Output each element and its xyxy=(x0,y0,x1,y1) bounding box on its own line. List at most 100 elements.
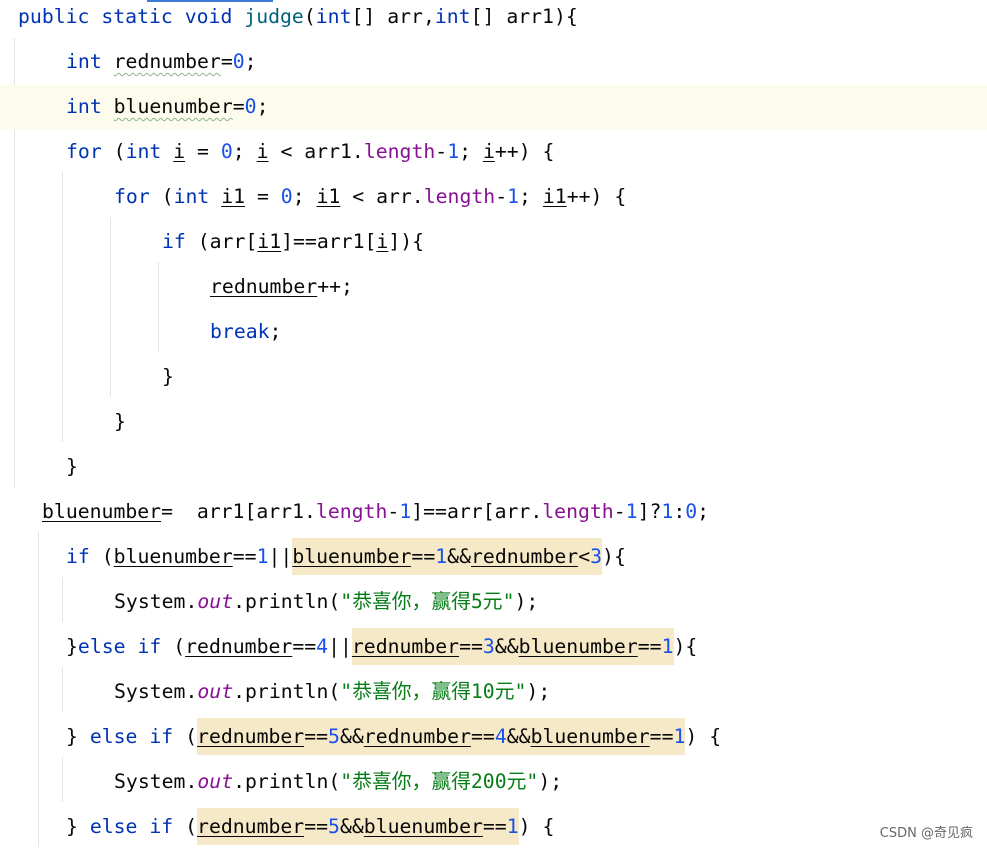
code-line-text: System.out.println("恭喜你，赢得200元"); xyxy=(114,760,562,804)
code-token: - xyxy=(387,500,400,523)
code-token: ){ xyxy=(673,635,698,658)
code-line[interactable]: System.out.println("恭喜你，赢得5元"); xyxy=(0,580,987,624)
code-line[interactable]: if (bluenumber==1||bluenumber==1&&rednum… xyxy=(0,535,987,579)
code-token: i1 xyxy=(221,185,246,208)
code-token: int xyxy=(66,95,114,118)
code-line-text: System.out.println("恭喜你，赢得10元"); xyxy=(114,670,550,714)
code-token: bluenumber xyxy=(518,628,638,665)
code-line[interactable]: for (int i1 = 0; i1 < arr.length-1; i1++… xyxy=(0,175,987,219)
code-token: ++) { xyxy=(494,140,555,163)
code-line[interactable]: int rednumber=0; xyxy=(0,40,987,84)
code-line-text: int rednumber=0; xyxy=(66,40,257,84)
code-editor[interactable]: public static void judge(int[] arr,int[]… xyxy=(0,0,987,847)
code-token: ]){ xyxy=(388,230,425,253)
code-token: int xyxy=(66,50,114,73)
code-token: int xyxy=(173,185,222,208)
code-token: ; xyxy=(519,185,543,208)
code-token: 1 xyxy=(673,718,686,755)
code-token: } xyxy=(66,455,78,478)
code-token: } xyxy=(66,725,90,748)
code-token: length xyxy=(423,185,496,208)
code-token: ; xyxy=(244,50,257,73)
code-token: ( xyxy=(101,545,114,568)
code-line[interactable]: rednumber++; xyxy=(0,265,987,309)
code-token: ]==arr[arr. xyxy=(411,500,543,523)
code-token: 4 xyxy=(494,718,507,755)
code-token: && xyxy=(494,628,519,665)
code-token: (arr[ xyxy=(197,230,258,253)
code-token: for xyxy=(66,140,114,163)
code-token: && xyxy=(339,718,364,755)
code-line[interactable]: } else if (rednumber==5&&rednumber==4&&b… xyxy=(0,715,987,759)
code-line[interactable]: int bluenumber=0; xyxy=(0,85,987,129)
code-token: ; xyxy=(459,140,483,163)
code-line[interactable]: } else if (rednumber==5&&bluenumber==1) … xyxy=(0,805,987,849)
code-token: out xyxy=(197,770,234,793)
code-token: ( xyxy=(185,815,198,838)
code-line[interactable]: System.out.println("恭喜你，赢得10元"); xyxy=(0,670,987,714)
code-line-text: if (arr[i1]==arr1[i]){ xyxy=(162,220,424,264)
code-token: ( xyxy=(113,140,126,163)
code-token: "恭喜你，赢得200元" xyxy=(340,770,539,793)
code-token: = xyxy=(245,185,281,208)
code-line[interactable]: }else if (rednumber==4||rednumber==3&&bl… xyxy=(0,625,987,669)
code-token: ) { xyxy=(518,815,555,838)
code-line[interactable]: for (int i = 0; i < arr1.length-1; i++) … xyxy=(0,130,987,174)
code-token: i xyxy=(173,140,186,163)
code-token: bluenumber xyxy=(363,808,483,845)
code-token: else if xyxy=(89,725,186,748)
code-token: 1 xyxy=(661,628,674,665)
code-token: ]? xyxy=(637,500,662,523)
code-line[interactable]: break; xyxy=(0,310,987,354)
code-token: : xyxy=(673,500,686,523)
code-token: "恭喜你，赢得5元" xyxy=(340,590,515,613)
code-token: 1 xyxy=(625,500,638,523)
code-token: i1 xyxy=(542,185,567,208)
code-token: i1 xyxy=(257,230,282,253)
code-token: == xyxy=(304,718,329,755)
code-token: || xyxy=(268,545,293,568)
code-token: == xyxy=(637,628,662,665)
code-line-text: } xyxy=(114,400,126,444)
code-line[interactable]: public static void judge(int[] arr,int[]… xyxy=(0,0,987,39)
code-line[interactable]: if (arr[i1]==arr1[i]){ xyxy=(0,220,987,264)
code-token: length xyxy=(363,140,436,163)
code-token: [] arr1){ xyxy=(470,5,578,28)
code-token: 4 xyxy=(316,635,329,658)
code-token: 0 xyxy=(685,500,698,523)
code-token: 1 xyxy=(506,808,519,845)
code-token: ); xyxy=(526,680,551,703)
code-line[interactable]: } xyxy=(0,445,987,489)
code-token: 1 xyxy=(661,500,674,523)
code-token: && xyxy=(339,808,364,845)
code-line-text: for (int i = 0; i < arr1.length-1; i++) … xyxy=(66,130,554,174)
code-line[interactable]: } xyxy=(0,400,987,444)
code-line[interactable]: bluenumber= arr1[arr1.length-1]==arr[arr… xyxy=(0,490,987,534)
code-token: length xyxy=(542,500,614,523)
code-line[interactable]: System.out.println("恭喜你，赢得200元"); xyxy=(0,760,987,804)
code-token: else if xyxy=(89,815,186,838)
code-token: - xyxy=(613,500,626,523)
code-token: 5 xyxy=(328,718,340,755)
code-token: .println( xyxy=(233,770,341,793)
code-line-text: if (bluenumber==1||bluenumber==1&&rednum… xyxy=(66,535,626,579)
code-token: rednumber xyxy=(197,808,305,845)
code-token: 1 xyxy=(399,500,412,523)
code-token: length xyxy=(315,500,388,523)
code-token: [] arr, xyxy=(351,5,435,28)
code-token: i xyxy=(376,230,389,253)
code-token: "恭喜你，赢得10元" xyxy=(340,680,527,703)
code-line[interactable]: } xyxy=(0,355,987,399)
code-line-text: int bluenumber=0; xyxy=(66,85,269,129)
code-token: - xyxy=(435,140,448,163)
code-token: bluenumber xyxy=(113,545,233,568)
code-token: ; xyxy=(697,500,710,523)
code-token: 1 xyxy=(507,185,520,208)
code-line-text: break; xyxy=(210,310,281,354)
code-token: bluenumber xyxy=(42,500,162,523)
code-line-text: }else if (rednumber==4||rednumber==3&&bl… xyxy=(66,625,697,669)
code-line-text: System.out.println("恭喜你，赢得5元"); xyxy=(114,580,538,624)
code-token: bluenumber xyxy=(113,95,233,118)
code-token: < arr. xyxy=(340,185,424,208)
code-token: && xyxy=(447,538,471,575)
